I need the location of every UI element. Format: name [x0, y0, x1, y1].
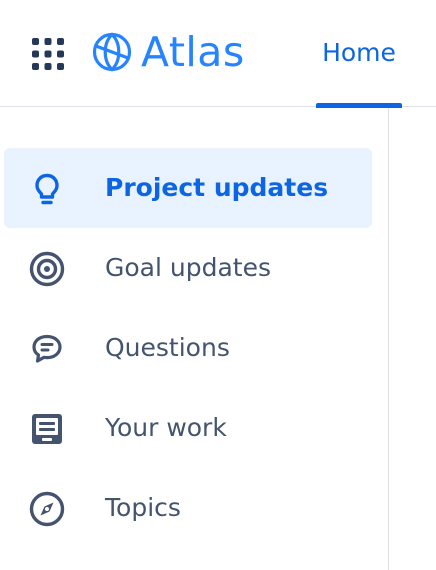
list-tray-icon [32, 414, 62, 444]
sidebar-item-topics[interactable]: Topics [4, 468, 372, 548]
grid-icon [32, 38, 64, 70]
app-switcher-button[interactable] [31, 37, 65, 71]
sidebar: Project updates Goal updates Questions Y… [0, 108, 389, 570]
lightbulb-icon [35, 173, 59, 205]
speech-bubble-icon [32, 334, 62, 363]
sidebar-item-label: Project updates [105, 173, 329, 202]
sidebar-item-label: Topics [105, 493, 181, 522]
sidebar-item-questions[interactable]: Questions [4, 308, 372, 388]
logo-text: Atlas [141, 28, 245, 76]
sidebar-item-project-updates[interactable]: Project updates [4, 148, 372, 228]
sidebar-item-label: Questions [105, 333, 230, 362]
target-icon [29, 251, 65, 287]
nav-tab-home[interactable]: Home [316, 0, 402, 108]
sidebar-item-your-work[interactable]: Your work [4, 388, 372, 468]
compass-icon [29, 491, 65, 527]
sidebar-item-label: Goal updates [105, 253, 271, 282]
sidebar-item-goal-updates[interactable]: Goal updates [4, 228, 372, 308]
nav-tab-home-label: Home [322, 38, 396, 67]
atlas-logo[interactable]: Atlas [91, 30, 245, 74]
top-navigation-bar: Atlas Home [0, 0, 436, 108]
atlas-globe-icon [92, 32, 132, 72]
sidebar-item-label: Your work [105, 413, 227, 442]
